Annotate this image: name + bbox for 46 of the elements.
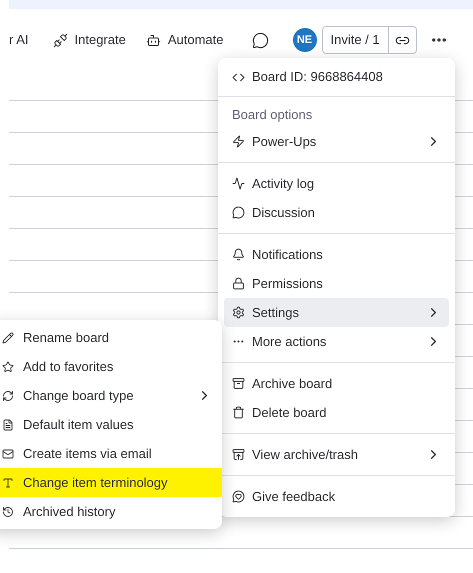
menu-item[interactable]: Create items via email (0, 439, 222, 468)
toolbar-button[interactable]: Integrate (52, 30, 126, 50)
code-icon (232, 70, 245, 84)
document-icon (2, 418, 14, 430)
activity-icon (232, 177, 245, 190)
menu-item[interactable]: Default item values (0, 410, 222, 439)
menu-item[interactable]: Change board type (0, 381, 222, 410)
chat-bubble-icon[interactable] (252, 32, 268, 48)
archive-icon (232, 377, 245, 390)
menu-item[interactable]: Settings (224, 298, 449, 327)
menu-item[interactable]: Discussion (224, 198, 449, 227)
pencil-icon (2, 332, 14, 344)
menu-item[interactable]: More actions (224, 327, 449, 356)
menu-item[interactable]: Rename board (0, 323, 222, 352)
invite-button[interactable]: Invite / 1 (322, 27, 388, 53)
trash-icon (232, 406, 245, 419)
menu-item[interactable]: Archived history (0, 497, 222, 526)
menu-item[interactable]: View archive/trash (224, 440, 449, 469)
menu-item[interactable]: Archive board (224, 369, 449, 398)
heart-bubble-icon (232, 490, 245, 503)
text-icon (2, 476, 14, 488)
menu-item[interactable]: Change item terminology (0, 468, 222, 497)
history-icon (2, 506, 14, 518)
robot-icon (146, 32, 161, 48)
menu-item[interactable]: Activity log (224, 169, 449, 198)
bell-icon (232, 248, 245, 261)
archive-box-icon (232, 448, 245, 461)
plug-icon (52, 32, 68, 48)
chat-bubble-icon (232, 206, 245, 219)
star-icon (2, 360, 14, 372)
section-header: Board options (231, 106, 314, 124)
toolbar-button[interactable]: Automate (146, 30, 224, 50)
menu-item[interactable]: Power-Ups (224, 127, 449, 156)
menu-item[interactable]: Permissions (224, 269, 449, 298)
user-avatar[interactable]: NE (292, 28, 316, 52)
settings-icon (232, 306, 245, 319)
toolbar-button[interactable]: r AI (9, 30, 29, 50)
lightning-icon (232, 135, 245, 148)
menu-item[interactable]: Delete board (224, 398, 449, 427)
menu-item[interactable]: Notifications (224, 240, 449, 269)
menu-item[interactable]: Add to favorites (0, 352, 222, 381)
board-id: Board ID: 9668864408 (252, 68, 383, 86)
lock-icon (232, 277, 245, 290)
mail-icon (2, 448, 14, 460)
refresh-icon (2, 390, 14, 402)
menu-item[interactable]: Give feedback (224, 482, 449, 511)
